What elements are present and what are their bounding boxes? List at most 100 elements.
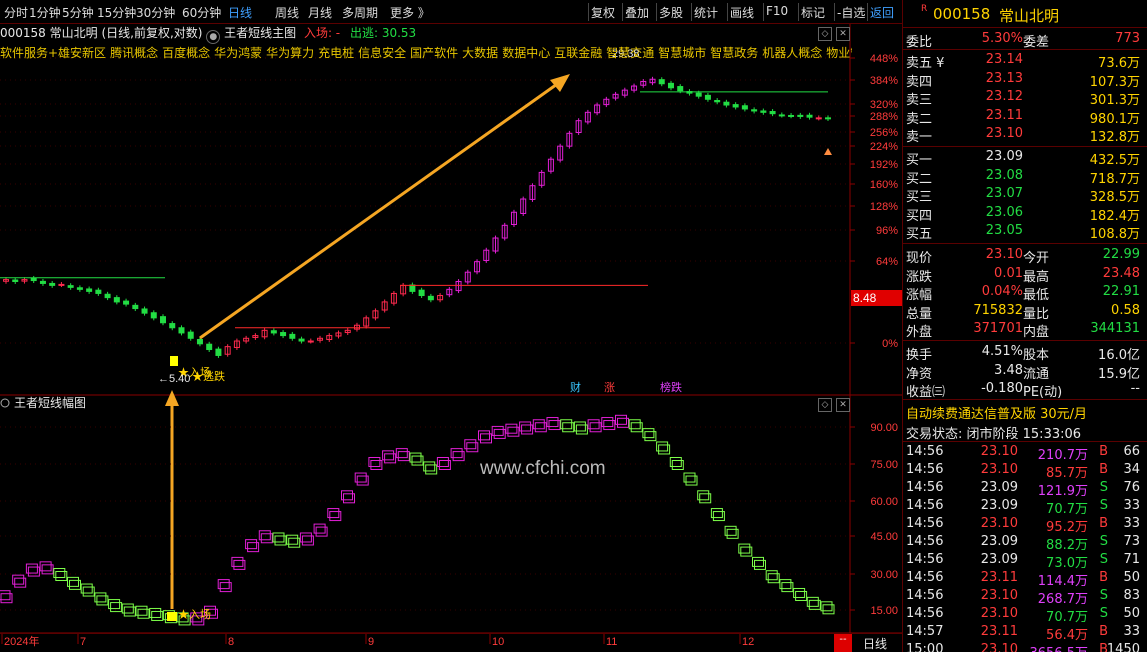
stat-label: 现价 <box>906 251 933 266</box>
indicator-toggle-icon[interactable]: ● <box>206 30 221 44</box>
concept-tags: 软件服务+雄安新区 腾讯概念 百度概念 华为鸿蒙 华为算力 充电桩 信息安全 国产软件 大数据数… <box>0 44 852 62</box>
kline-chart-svg[interactable]: 448% 384% 320%288% 256% 224% 192% 160% 128% 96% 6… <box>0 24 902 652</box>
tick-count: 71 <box>1123 552 1140 567</box>
period-tab-3[interactable]: 15分钟 <box>97 4 136 21</box>
bid-label: 买三 <box>906 190 933 205</box>
price-tri-icon <box>824 148 832 155</box>
candle-body <box>298 338 305 342</box>
subchart-up-icon[interactable]: ◇ <box>818 398 832 412</box>
scroll-marker[interactable]: -- <box>834 634 852 652</box>
tick-row: 14:56 23.09 73.0万 S 71 <box>903 551 1147 571</box>
concept-tag[interactable]: 国产软件 <box>410 46 458 60</box>
promo-link[interactable]: 自动续费通达信普及版 30元/月 <box>906 403 1087 422</box>
concept-tag[interactable]: 智慧政务 <box>710 46 758 60</box>
chart-area[interactable]: 448% 384% 320% 288% 256% 224% 192% 160% 128% 96% 6… <box>0 24 902 652</box>
tick-side: B <box>1099 570 1108 585</box>
candle-body <box>30 277 37 282</box>
tool-button-1[interactable]: 叠加 <box>625 4 649 21</box>
period-tab-1[interactable]: 1分钟 <box>29 4 61 21</box>
concept-tag[interactable]: 大数据 <box>462 46 498 60</box>
candle-body <box>280 332 287 337</box>
concept-tag[interactable]: 腾讯概念 <box>110 46 158 60</box>
chart-close-icon[interactable]: ✕ <box>836 27 850 41</box>
exit-label: 出逃: 30.53 <box>349 26 417 40</box>
candle-body <box>58 283 65 286</box>
trend-arrowhead <box>550 74 570 92</box>
tick-side: S <box>1099 552 1108 567</box>
ask-label: 卖一 <box>906 130 933 145</box>
bid-volume: 432.5万 <box>1089 153 1140 168</box>
bid-price: 23.06 <box>985 204 1023 220</box>
concept-tag[interactable]: 机器人概念 <box>762 46 822 60</box>
period-tab-5[interactable]: 60分钟 <box>182 4 221 21</box>
stat-value: 371701 <box>973 321 1023 336</box>
concept-tag[interactable]: 软件服务+雄安新区 <box>0 46 106 60</box>
concept-tag[interactable]: 物业管理 <box>826 46 852 60</box>
tick-price: 23.10 <box>980 606 1018 621</box>
tool-button-4[interactable]: 画线 <box>730 4 754 21</box>
tick-price: 23.09 <box>980 552 1018 567</box>
ask-volume: 107.3万 <box>1089 74 1140 90</box>
stat-label: 最低 <box>1023 288 1050 303</box>
panel-divider <box>903 340 1147 341</box>
tick-price: 23.09 <box>980 480 1018 495</box>
tool-button-7[interactable]: -自选 <box>837 4 865 21</box>
candle-body <box>769 111 776 115</box>
concept-tag[interactable]: 百度概念 <box>162 46 210 60</box>
y-tick-label: 96% <box>876 225 898 237</box>
concept-tag[interactable]: 智慧交通 <box>606 46 654 60</box>
subchart-close-icon[interactable]: ✕ <box>836 398 850 412</box>
period-tab-0[interactable]: 分时 <box>4 4 28 21</box>
sub-entry-marker-box <box>167 612 177 621</box>
concept-tag[interactable]: 信息安全 <box>358 46 406 60</box>
panel-divider <box>903 146 1147 147</box>
tick-price: 23.11 <box>980 624 1018 639</box>
concept-tag[interactable]: 充电桩 <box>318 46 354 60</box>
tool-button-2[interactable]: 多股 <box>659 4 683 21</box>
tool-button-3[interactable]: 统计 <box>694 4 718 21</box>
candle-body <box>104 293 111 299</box>
tick-price: 23.11 <box>980 570 1018 585</box>
stat-row: 总量 715832 量比 0.58 <box>903 302 1147 322</box>
period-label[interactable]: 日线 <box>863 635 887 652</box>
period-tab-9[interactable]: 多周期 <box>342 4 378 21</box>
concept-tag[interactable]: 华为鸿蒙 <box>214 46 262 60</box>
concept-tag[interactable]: 智慧城市 <box>658 46 706 60</box>
tick-time: 14:56 <box>906 552 944 567</box>
weibi-label: 委比 <box>906 35 933 50</box>
tool-button-8[interactable]: 返回 <box>870 4 894 21</box>
period-tab-2[interactable]: 5分钟 <box>62 4 94 21</box>
ask-row: 卖一 23.10 132.8万 <box>903 125 1147 145</box>
tool-button-0[interactable]: 复权 <box>591 4 615 21</box>
tick-side: S <box>1099 534 1108 549</box>
candle-body <box>760 110 767 113</box>
toolbar-separator <box>622 3 623 21</box>
entry-marker-box <box>170 356 178 366</box>
tick-count: 50 <box>1123 606 1140 621</box>
period-tab-8[interactable]: 月线 <box>308 4 332 21</box>
candle-body <box>751 109 758 112</box>
period-tab-7[interactable]: 周线 <box>275 4 299 21</box>
sub-indicator-icon <box>0 398 10 408</box>
sub-indicator-name: 王者短线幅图 <box>14 395 86 410</box>
stat2-label: PE(动) <box>1023 385 1063 400</box>
stat-value: 344131 <box>1090 321 1140 336</box>
stat-value: 22.91 <box>1102 284 1140 299</box>
main-indicator-name[interactable]: 王者短线主图 <box>224 26 296 40</box>
main-chart-header: 000158 常山北明 (日线,前复权,对数) ● 王者短线主图 入场: - 出… <box>0 24 852 44</box>
tool-button-6[interactable]: 标记 <box>801 4 825 21</box>
period-tab-4[interactable]: 30分钟 <box>136 4 175 21</box>
y-tick-label: 384% <box>870 75 898 87</box>
concept-tag[interactable]: 数据中心 <box>502 46 550 60</box>
stat-value: 22.99 <box>1102 247 1140 262</box>
concept-tag[interactable]: 互联金融 <box>554 46 602 60</box>
tick-count: 1450 <box>1106 642 1140 652</box>
tool-button-5[interactable]: F10 <box>766 4 788 18</box>
period-tab-6[interactable]: 日线 <box>228 4 252 21</box>
candle-body <box>427 295 434 301</box>
tick-side: S <box>1099 588 1108 603</box>
concept-tag[interactable]: 华为算力 <box>266 46 314 60</box>
chart-up-icon[interactable]: ◇ <box>818 27 832 41</box>
candle-body <box>132 304 139 310</box>
period-tab-10[interactable]: 更多 》 <box>390 4 430 21</box>
